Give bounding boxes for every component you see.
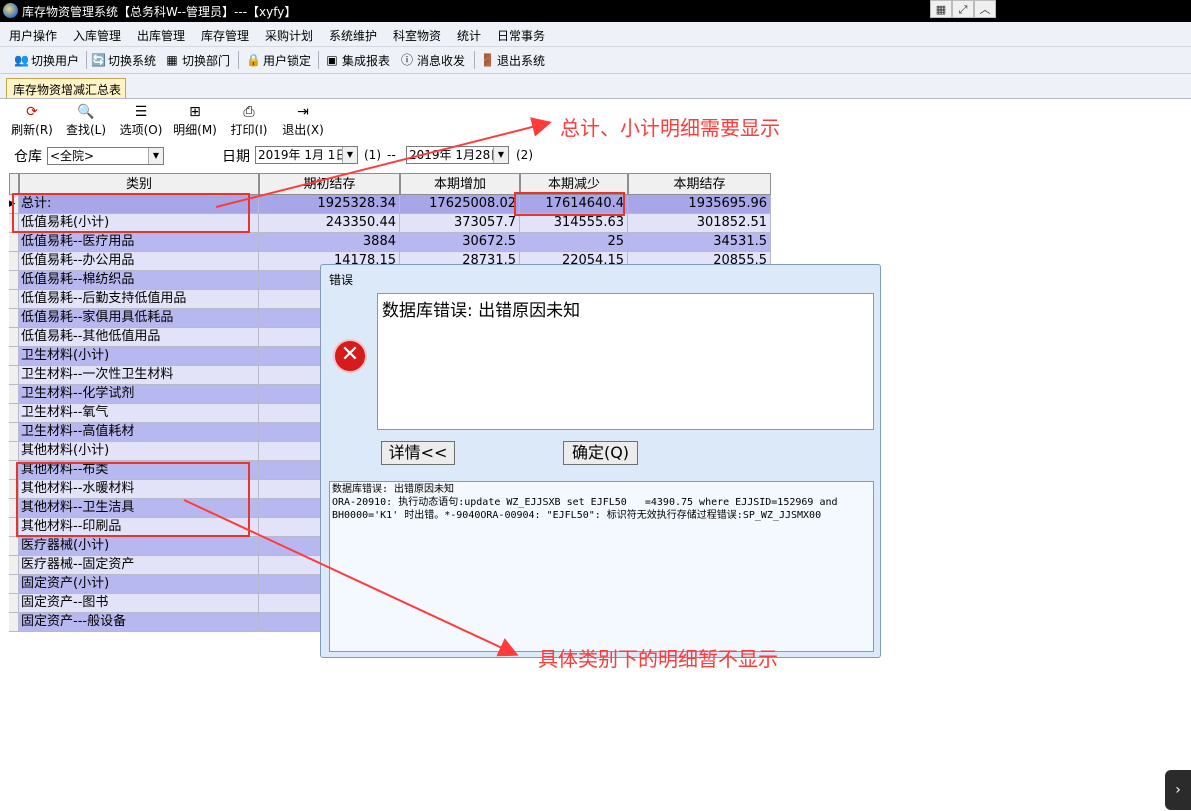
arrow-to-bottom-note	[183, 499, 519, 657]
arrow-to-top-note	[215, 117, 552, 208]
chevron-right-icon[interactable]: ›	[1165, 770, 1191, 810]
annotation-bottom-note: 具体类别下的明细暂不显示	[538, 647, 778, 671]
annotation-top-note: 总计、小计明细需要显示	[560, 116, 780, 140]
